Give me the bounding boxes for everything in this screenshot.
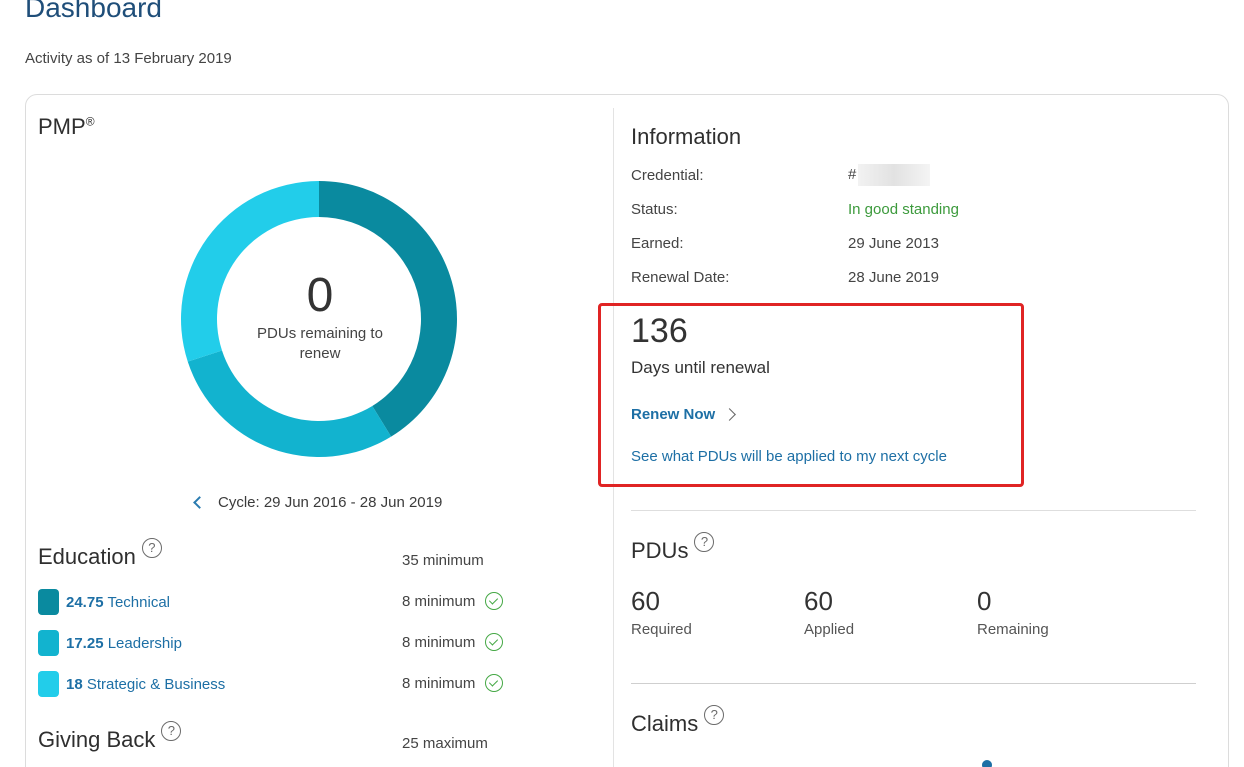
claims-title: Claims? [631, 705, 725, 737]
category-row-technical[interactable]: 24.75 Technical [38, 589, 170, 615]
pdus-remaining-label-right: Remaining [977, 621, 1049, 638]
check-circle-icon [485, 674, 504, 692]
status-label: Status: [631, 201, 678, 218]
donut-center: 0 PDUs remaining to renew [210, 270, 430, 364]
leadership-minimum: 8 minimum [402, 633, 504, 651]
strategic-minimum: 8 minimum [402, 674, 504, 692]
help-icon[interactable]: ? [704, 705, 725, 725]
giving-back-title: Giving Back? [38, 721, 182, 753]
pdus-title: PDUs? [631, 532, 715, 564]
pdus-remaining-label-line2: renew [299, 345, 341, 362]
leadership-label: Leadership [107, 634, 182, 652]
activity-date: Activity as of 13 February 2019 [25, 50, 232, 67]
category-row-strategic[interactable]: 18 Strategic & Business [38, 671, 225, 697]
strategic-link[interactable]: 18 Strategic & Business [66, 676, 225, 693]
pdus-remaining-value: 0 [306, 269, 334, 322]
help-icon[interactable]: ? [694, 532, 715, 552]
technical-minimum-text: 8 minimum [402, 592, 476, 610]
strategic-swatch [38, 671, 59, 697]
technical-link[interactable]: 24.75 Technical [66, 594, 170, 611]
strategic-minimum-text: 8 minimum [402, 674, 476, 692]
help-icon[interactable]: ? [161, 721, 182, 741]
cycle-label: Cycle: 29 Jun 2016 - 28 Jun 2019 [218, 494, 443, 511]
leadership-swatch [38, 630, 59, 656]
education-requirement: 35 minimum [402, 552, 484, 569]
donut-segment-leadership [187, 350, 392, 457]
help-icon[interactable]: ? [141, 538, 162, 558]
pdus-applied-value: 60 [804, 586, 833, 616]
pdus-remaining-label-line1: PDUs remaining to [257, 325, 383, 342]
renew-now-link[interactable]: Renew Now [631, 406, 737, 423]
status-value: In good standing [848, 201, 959, 218]
redacted-credential-number [858, 164, 931, 186]
renewal-date-label: Renewal Date: [631, 269, 730, 286]
check-circle-icon [485, 633, 504, 651]
renewal-date-value: 28 June 2019 [848, 269, 939, 286]
pdus-applied-label: Applied [804, 621, 855, 638]
education-title: Education? [38, 538, 162, 570]
information-title: Information [631, 124, 742, 149]
chevron-left-icon[interactable] [193, 496, 206, 509]
chevron-right-icon [723, 408, 737, 421]
giving-back-requirement: 25 maximum [402, 735, 488, 752]
claims-title-text: Claims [631, 711, 699, 736]
pdus-required-value: 60 [631, 586, 660, 616]
technical-minimum: 8 minimum [402, 592, 504, 610]
technical-swatch [38, 589, 59, 615]
days-until-renewal-label: Days until renewal [631, 358, 770, 377]
education-title-text: Education [38, 544, 136, 569]
credential-value: # [848, 164, 931, 186]
registered-mark: ® [85, 114, 95, 129]
certification-name: PMP [38, 114, 86, 139]
technical-label: Technical [107, 593, 170, 611]
earned-label: Earned: [631, 235, 684, 252]
earned-value: 29 June 2013 [848, 235, 939, 252]
strategic-label: Strategic & Business [86, 675, 226, 693]
credential-hash: # [848, 165, 857, 183]
section-divider [631, 683, 1196, 684]
renew-now-label: Renew Now [631, 406, 716, 423]
certification-title: PMP® [38, 114, 95, 140]
strategic-value: 18 [66, 675, 83, 693]
days-until-renewal-value: 136 [631, 312, 688, 350]
section-divider [631, 510, 1196, 511]
leadership-value: 17.25 [66, 634, 104, 652]
pdus-required-label: Required [631, 621, 692, 638]
cycle-selector[interactable]: Cycle: 29 Jun 2016 - 28 Jun 2019 [193, 494, 443, 511]
giving-back-title-text: Giving Back [38, 727, 156, 752]
dashboard-page: Dashboard Activity as of 13 February 201… [0, 0, 1244, 767]
category-row-leadership[interactable]: 17.25 Leadership [38, 630, 182, 656]
credential-label: Credential: [631, 167, 704, 184]
technical-value: 24.75 [66, 593, 104, 611]
pdus-title-text: PDUs [631, 538, 689, 563]
claims-indicator-dot [982, 760, 992, 767]
leadership-link[interactable]: 17.25 Leadership [66, 635, 182, 652]
next-cycle-pdus-link[interactable]: See what PDUs will be applied to my next… [631, 448, 947, 465]
leadership-minimum-text: 8 minimum [402, 633, 476, 651]
check-circle-icon [485, 592, 504, 610]
page-title: Dashboard [25, 0, 162, 23]
pdus-remaining-value-right: 0 [977, 586, 992, 616]
